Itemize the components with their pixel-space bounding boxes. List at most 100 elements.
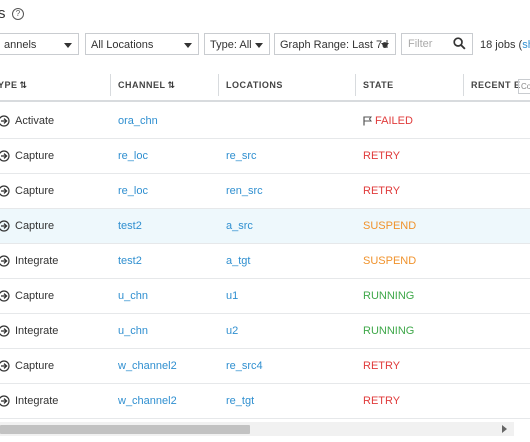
location-link[interactable]: re_src	[226, 139, 257, 173]
type-dropdown-label: Type: All	[210, 39, 252, 51]
state-label: RUNNING	[363, 325, 415, 337]
chevron-down-icon	[255, 43, 263, 48]
state-cell: RETRY	[363, 349, 400, 383]
job-type: Capture	[15, 150, 55, 162]
channel-link[interactable]: ora_chn	[118, 104, 158, 138]
page-title: s	[0, 5, 6, 22]
circle-arrow-right-icon	[0, 290, 10, 302]
recent-column-input[interactable]: Co	[518, 79, 530, 94]
job-type: Integrate	[15, 395, 59, 407]
job-type: Capture	[15, 185, 55, 197]
type-dropdown[interactable]: Type: All	[204, 33, 270, 55]
location-link[interactable]: a_src	[226, 209, 253, 243]
table-row[interactable]: Capture u_chn u1 RUNNING	[0, 279, 530, 314]
scrollbar-thumb[interactable]	[0, 425, 250, 434]
column-header-state[interactable]: STATE	[363, 70, 394, 100]
location-link[interactable]: ren_src	[226, 174, 263, 208]
locations-dropdown[interactable]: All Locations	[85, 33, 199, 55]
state-cell: RETRY	[363, 384, 400, 418]
table-row[interactable]: Capture re_loc ren_src RETRY	[0, 174, 530, 209]
job-type: Activate	[15, 115, 55, 127]
table-row[interactable]: Integrate w_channel2 re_tgt RETRY	[0, 384, 530, 419]
state-cell: SUSPEND	[363, 244, 416, 278]
location-link[interactable]: u1	[226, 279, 238, 313]
channels-dropdown[interactable]: annels	[0, 33, 79, 55]
circle-arrow-right-icon	[0, 115, 10, 127]
location-link[interactable]: re_src4	[226, 349, 263, 383]
channel-link[interactable]: w_channel2	[118, 349, 177, 383]
circle-arrow-right-icon	[0, 150, 10, 162]
sort-icon[interactable]: ⇅	[20, 80, 28, 90]
job-type: Integrate	[15, 325, 59, 337]
column-divider[interactable]	[110, 74, 111, 96]
chevron-down-icon	[64, 43, 72, 48]
location-link[interactable]: u2	[226, 314, 238, 348]
column-header-type-label: YPE	[0, 80, 18, 90]
circle-arrow-right-icon	[0, 185, 10, 197]
circle-arrow-right-icon	[0, 255, 10, 267]
channel-link[interactable]: u_chn	[118, 279, 148, 313]
column-header-channel[interactable]: CHANNEL ⇅	[118, 70, 176, 100]
state-cell: SUSPEND	[363, 209, 416, 243]
graph-range-dropdown[interactable]: Graph Range: Last 7d	[274, 33, 396, 55]
sort-icon[interactable]: ⇅	[168, 80, 176, 90]
state-cell: RETRY	[363, 174, 400, 208]
table-header: YPE ⇅ CHANNEL ⇅ LOCATIONS STATE RECENT E C…	[0, 70, 530, 102]
question-circle-icon[interactable]: ?	[12, 8, 24, 20]
table-row[interactable]: Capture re_loc re_src RETRY	[0, 139, 530, 174]
channels-dropdown-label: annels	[4, 39, 37, 51]
channel-link[interactable]: u_chn	[118, 314, 148, 348]
chevron-down-icon	[184, 43, 192, 48]
state-cell: FAILED	[363, 104, 413, 138]
channel-link[interactable]: w_channel2	[118, 384, 177, 418]
state-label: SUSPEND	[363, 255, 417, 267]
state-cell: RUNNING	[363, 279, 414, 313]
state-cell: RETRY	[363, 139, 400, 173]
column-header-recent[interactable]: RECENT E	[471, 70, 521, 100]
table-row[interactable]: Integrate u_chn u2 RUNNING	[0, 314, 530, 349]
circle-arrow-right-icon	[0, 395, 10, 407]
column-header-channel-label: CHANNEL	[118, 80, 166, 90]
channel-link[interactable]: test2	[118, 209, 142, 243]
locations-dropdown-label: All Locations	[91, 39, 154, 51]
column-header-locations-label: LOCATIONS	[226, 80, 283, 90]
location-link[interactable]: a_tgt	[226, 244, 250, 278]
circle-arrow-right-icon	[0, 360, 10, 372]
show-link[interactable]: sh	[522, 39, 530, 51]
channel-link[interactable]: test2	[118, 244, 142, 278]
table-row[interactable]: Capture w_channel2 re_src4 RETRY	[0, 349, 530, 384]
job-type: Integrate	[15, 255, 59, 267]
horizontal-scrollbar[interactable]	[0, 422, 514, 436]
flag-icon	[363, 116, 372, 126]
state-label: RETRY	[363, 185, 401, 197]
state-label: FAILED	[375, 115, 413, 127]
column-header-type[interactable]: YPE ⇅	[0, 70, 28, 100]
jobs-count-text: 18 jobs (	[480, 39, 523, 51]
job-type: Capture	[15, 290, 55, 302]
graph-range-dropdown-label: Graph Range: Last 7d	[280, 39, 389, 51]
scroll-right-arrow-icon[interactable]	[502, 425, 507, 433]
page-header: s ?	[0, 0, 530, 30]
chevron-down-icon	[381, 43, 389, 48]
column-divider[interactable]	[218, 74, 219, 96]
table-row[interactable]: Integrate test2 a_tgt SUSPEND	[0, 244, 530, 279]
state-label: RETRY	[363, 395, 401, 407]
job-type: Capture	[15, 360, 55, 372]
state-cell: RUNNING	[363, 314, 414, 348]
channel-link[interactable]: re_loc	[118, 139, 148, 173]
table-row[interactable]: Activate ora_chn FAILED	[0, 104, 530, 139]
state-label: RETRY	[363, 360, 401, 372]
state-label: RUNNING	[363, 290, 415, 302]
search-icon[interactable]	[453, 37, 466, 50]
location-link[interactable]: re_tgt	[226, 384, 254, 418]
channel-link[interactable]: re_loc	[118, 174, 148, 208]
circle-arrow-right-icon	[0, 325, 10, 337]
state-label: SUSPEND	[363, 220, 417, 232]
column-divider[interactable]	[463, 74, 464, 96]
job-type: Capture	[15, 220, 55, 232]
column-header-state-label: STATE	[363, 80, 394, 90]
table-row[interactable]: Capture test2 a_src SUSPEND	[0, 209, 530, 244]
column-header-locations[interactable]: LOCATIONS	[226, 70, 283, 100]
column-divider[interactable]	[355, 74, 356, 96]
state-label: RETRY	[363, 150, 401, 162]
